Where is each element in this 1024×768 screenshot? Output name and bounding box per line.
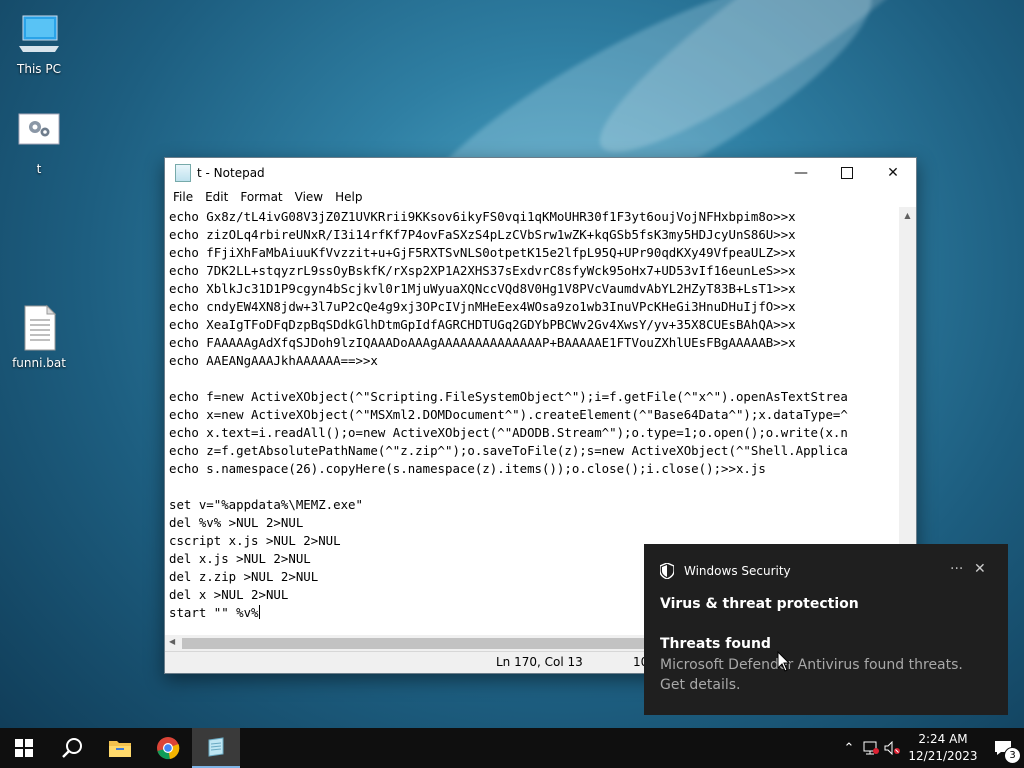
clock-date: 12/21/2023 — [908, 749, 978, 763]
scroll-left-icon[interactable]: ◀ — [169, 637, 175, 646]
cursor-position: Ln 170, Col 13 — [496, 655, 583, 669]
editor-line: echo AAEANgAAAJkhAAAAAA==>>x — [169, 353, 378, 368]
search-icon — [62, 738, 82, 758]
horizontal-scroll-thumb[interactable] — [182, 638, 652, 649]
more-options-icon[interactable]: ··· — [950, 561, 963, 577]
desktop-icon-label: This PC — [17, 62, 61, 76]
editor-line: echo x.text=i.readAll();o=new ActiveXObj… — [169, 425, 848, 440]
menu-help[interactable]: Help — [329, 190, 368, 204]
network-icon — [863, 741, 879, 755]
chrome-button[interactable] — [144, 728, 192, 768]
editor-line: del %v% >NUL 2>NUL — [169, 515, 304, 530]
editor-line: echo f=new ActiveXObject(^"Scripting.Fil… — [169, 389, 848, 404]
editor-line: echo 7DK2LL+stqyzrL9ssOyBskfK/rXsp2XP1A2… — [169, 263, 796, 278]
menu-edit[interactable]: Edit — [199, 190, 234, 204]
volume-button[interactable] — [882, 728, 904, 768]
minimize-button[interactable]: — — [778, 158, 824, 187]
desktop-icon-label: funni.bat — [12, 356, 66, 370]
editor-line: echo Gx8z/tL4ivG08V3jZ0Z1UVKRrii9KKsov6i… — [169, 209, 796, 224]
show-hidden-icons-button[interactable]: ⌃ — [838, 728, 860, 768]
notepad-app-icon — [175, 163, 191, 182]
desktop-icon-this-pc[interactable]: This PC — [2, 10, 76, 76]
clock-time: 2:24 AM — [918, 732, 968, 746]
desktop-icon-t[interactable]: t — [2, 110, 76, 176]
file-explorer-button[interactable] — [96, 728, 144, 768]
toast-close-icon[interactable]: ✕ — [974, 561, 986, 577]
windows-security-toast[interactable]: Windows Security ··· ✕ Virus & threat pr… — [644, 544, 1008, 715]
editor-line: echo z=f.getAbsolutePathName(^"z.zip^");… — [169, 443, 848, 458]
editor-line: echo s.namespace(26).copyHere(s.namespac… — [169, 461, 766, 476]
start-button[interactable] — [0, 728, 48, 768]
maximize-button[interactable] — [824, 158, 870, 187]
editor-line: echo fFjiXhFaMbAiuuKfVvzzit+u+GjF5RXTSvN… — [169, 245, 796, 260]
computer-icon — [15, 10, 63, 58]
toast-header: Windows Security — [660, 563, 791, 579]
notepad-taskbar-button[interactable] — [192, 728, 240, 768]
maximize-icon — [841, 166, 853, 179]
editor-line: echo cndyEW4XN8jdw+3l7uP2cQe4g9xj3OPcIVj… — [169, 299, 796, 314]
menu-format[interactable]: Format — [234, 190, 288, 204]
taskbar: ⌃ 2:24 AM 12/21/2023 3 — [0, 728, 1024, 768]
editor-line: echo FAAAAAgAdXfqSJDoh9lzIQAAADoAAAgAAAA… — [169, 335, 796, 350]
close-button[interactable]: ✕ — [870, 158, 916, 187]
notepad-icon — [208, 737, 224, 757]
mouse-pointer-icon — [777, 651, 791, 672]
desktop-icon-label: t — [36, 162, 42, 176]
menu-bar: File Edit Format View Help — [165, 187, 916, 207]
chevron-up-icon: ⌃ — [843, 740, 855, 756]
toast-body: Microsoft Defender Antivirus found threa… — [660, 657, 963, 693]
file-explorer-icon — [109, 741, 131, 757]
volume-muted-icon — [884, 741, 900, 755]
close-icon: ✕ — [887, 164, 899, 181]
text-caret — [258, 605, 260, 619]
menu-file[interactable]: File — [167, 190, 199, 204]
menu-view[interactable]: View — [289, 190, 329, 204]
editor-line: echo x=new ActiveXObject(^"MSXml2.DOMDoc… — [169, 407, 848, 422]
script-settings-icon — [15, 110, 63, 158]
shield-icon — [660, 563, 674, 579]
editor-line: echo zizOLq4rbireUNxR/I3i14rfKf7P4ovFaSX… — [169, 227, 796, 242]
title-bar[interactable]: t - Notepad — ✕ — [165, 158, 916, 187]
editor-line: echo XeaIgTFoDFqDzpBqSDdkGlhDtmGpIdfAGRC… — [169, 317, 796, 332]
editor-line: echo XblkJc31D1P9cgyn4bScjkvl0r1MjuWyuaX… — [169, 281, 796, 296]
editor-line: set v="%appdata%\MEMZ.exe" — [169, 497, 363, 512]
chrome-icon — [157, 737, 180, 760]
notification-count-badge: 3 — [1004, 747, 1021, 764]
scroll-up-icon[interactable]: ▲ — [899, 207, 916, 224]
toast-heading: Virus & threat protection — [660, 596, 859, 612]
batch-file-icon — [15, 304, 63, 352]
notification-center-button[interactable]: 3 — [982, 728, 1024, 768]
toast-app-name: Windows Security — [684, 564, 791, 578]
minimize-icon: — — [794, 164, 808, 181]
toast-subheading: Threats found — [660, 636, 771, 652]
system-tray: ⌃ 2:24 AM 12/21/2023 3 — [838, 728, 1024, 768]
network-button[interactable] — [860, 728, 882, 768]
window-title: t - Notepad — [197, 165, 265, 180]
clock[interactable]: 2:24 AM 12/21/2023 — [904, 731, 982, 765]
search-button[interactable] — [48, 728, 96, 768]
windows-start-icon — [15, 739, 33, 757]
desktop-icon-funni-bat[interactable]: funni.bat — [2, 304, 76, 370]
